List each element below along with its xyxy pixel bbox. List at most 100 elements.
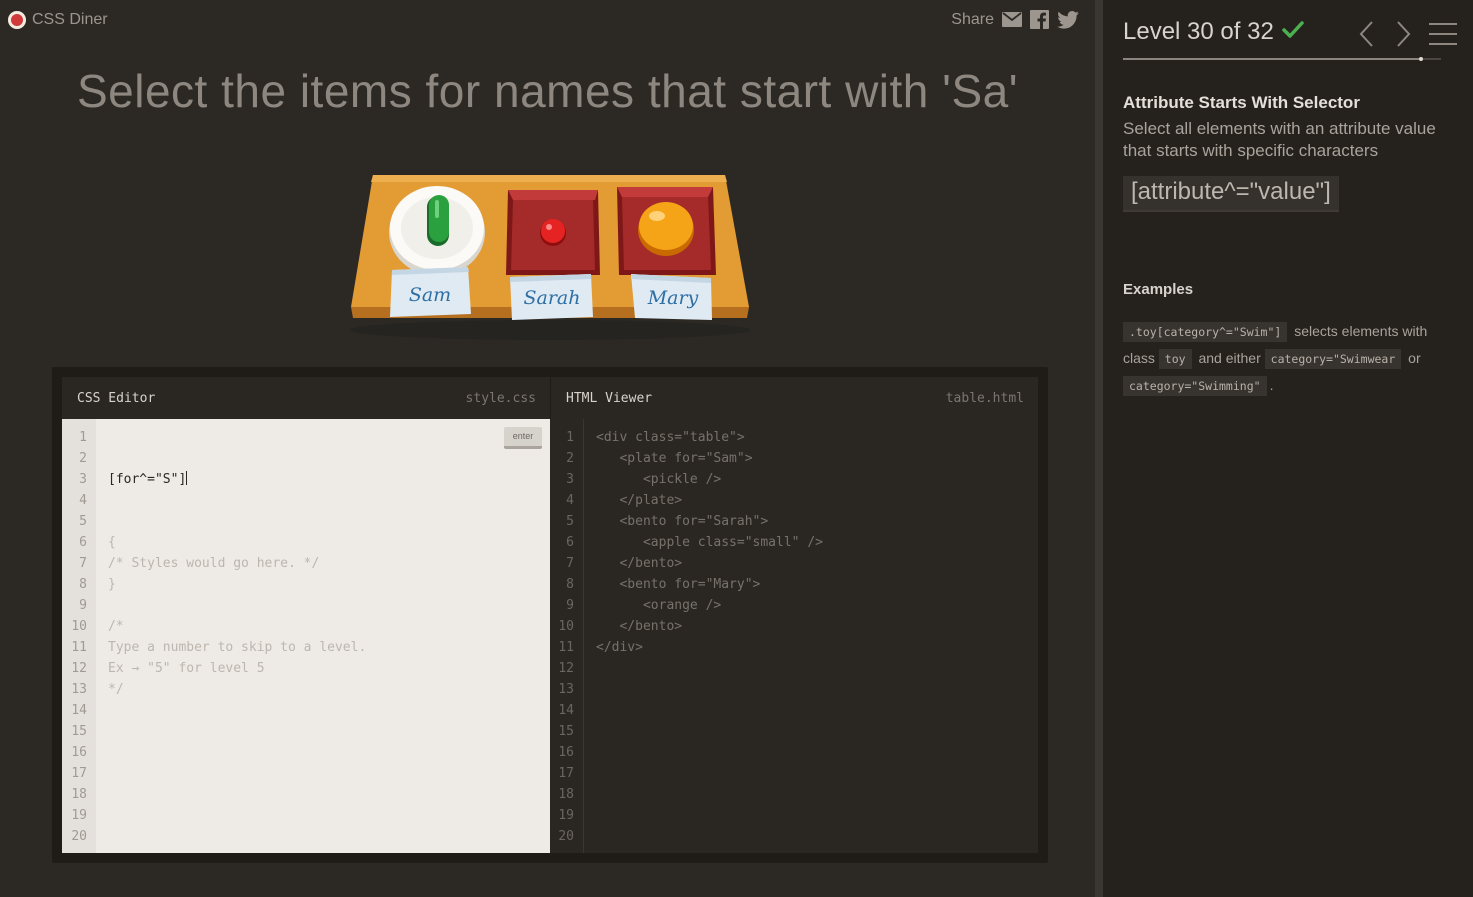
- code-line: /* Styles would go here. */: [108, 556, 320, 571]
- level-label: Level 30 of 32: [1123, 18, 1274, 45]
- name-card-sam: Sam: [390, 267, 471, 317]
- panel-divider[interactable]: [1095, 0, 1103, 897]
- example-code: category="Swimwear: [1264, 349, 1402, 369]
- orange[interactable]: [638, 202, 694, 256]
- css-editor: CSS Editor style.css 1 2 3 4 5 6 7 8 9 10 11 12 13 14…: [62, 377, 550, 853]
- line-number: 19: [558, 808, 574, 823]
- example-text: and either: [1198, 350, 1261, 366]
- level-indicator: Level 30 of 32: [1123, 18, 1304, 46]
- line-number: 12: [558, 661, 574, 676]
- line-number: 7: [566, 556, 574, 571]
- level-progress-bar: [1123, 57, 1441, 61]
- name-card-sarah: Sarah: [510, 274, 593, 320]
- code-line: </div>: [596, 640, 643, 655]
- line-number: 16: [71, 745, 87, 760]
- html-viewer-body: 1 2 3 4 5 6 7 8 9 10 11 12 13 14 15 16 17 18 19 20 <div cla…: [550, 419, 1038, 853]
- code-line: */: [108, 682, 124, 697]
- code-line: <pickle />: [596, 472, 722, 487]
- line-number: 3: [566, 472, 574, 487]
- facebook-icon[interactable]: [1030, 10, 1049, 29]
- code-line: </bento>: [596, 619, 683, 634]
- code-line: }: [108, 577, 116, 592]
- twitter-icon[interactable]: [1057, 10, 1079, 29]
- share-label: Share: [951, 10, 994, 28]
- menu-button[interactable]: [1429, 22, 1457, 50]
- code-line: /*: [108, 619, 124, 634]
- line-number: 14: [71, 703, 87, 718]
- html-viewer-title: HTML Viewer: [566, 390, 653, 406]
- selector-syntax: [attribute^="value"]: [1123, 176, 1339, 212]
- level-progress-knob: [1419, 57, 1424, 61]
- line-number: 8: [79, 577, 87, 592]
- line-number: 20: [558, 829, 574, 844]
- line-number: 11: [558, 640, 574, 655]
- code-line: <div class="table">: [596, 430, 745, 445]
- logo-text: CSS Diner: [32, 11, 108, 28]
- examples-title: Examples: [1123, 281, 1194, 298]
- line-number: 11: [71, 640, 87, 655]
- app-root: CSS Diner Share Select the items for nam…: [0, 0, 1473, 897]
- line-number: 6: [79, 535, 87, 550]
- line-number: 3: [79, 472, 87, 487]
- line-number: 18: [558, 787, 574, 802]
- css-static-lines: {/* Styles would go here. */} /* Type a n…: [108, 532, 538, 700]
- email-icon[interactable]: [1002, 12, 1022, 27]
- name-card-mary: Mary: [631, 274, 712, 320]
- example-text: or: [1408, 350, 1421, 366]
- line-number: 17: [71, 766, 87, 781]
- line-number: 10: [558, 619, 574, 634]
- css-editor-filename: style.css: [465, 390, 536, 406]
- main-panel: CSS Diner Share Select the items for nam…: [0, 0, 1095, 897]
- code-line: <bento for="Mary">: [596, 577, 761, 592]
- line-number: 1: [566, 430, 574, 445]
- svg-text:Mary: Mary: [647, 287, 699, 309]
- check-icon: [1282, 18, 1304, 46]
- code-line: {: [108, 535, 116, 550]
- html-viewer-header: HTML Viewer table.html: [550, 377, 1038, 419]
- line-number: 16: [558, 745, 574, 760]
- example-text: .: [1269, 377, 1274, 393]
- pickle[interactable]: [427, 195, 449, 246]
- line-number: 2: [566, 451, 574, 466]
- line-number: 1: [79, 430, 87, 445]
- line-number: 19: [71, 808, 87, 823]
- line-number: 9: [566, 598, 574, 613]
- dining-table: Sam Sarah Mary: [345, 170, 755, 340]
- line-number: 17: [558, 766, 574, 781]
- line-number: 9: [79, 598, 87, 613]
- share-bar: Share: [951, 10, 1079, 29]
- css-line-numbers: 1 2 3 4 5 6 7 8 9 10 11 12 13 14 15 16 17 18 19 20: [62, 419, 96, 853]
- bento-mary[interactable]: [617, 187, 716, 275]
- logo-icon: [8, 11, 26, 29]
- code-line: <bento for="Sarah">: [596, 514, 769, 529]
- bento-sarah[interactable]: [506, 190, 600, 275]
- code-line: <plate for="Sam">: [596, 451, 753, 466]
- example-1: .toy[category^="Swim"] selects elements …: [1123, 318, 1463, 399]
- code-line: </bento>: [596, 556, 683, 571]
- line-number: 2: [79, 451, 87, 466]
- code-line: </plate>: [596, 493, 683, 508]
- line-number: 18: [71, 787, 87, 802]
- line-number: 8: [566, 577, 574, 592]
- css-input-value: [for^="S"]: [108, 472, 187, 487]
- chevron-left-icon: [1359, 21, 1373, 47]
- example-code: category="Swimming": [1123, 376, 1267, 396]
- html-code-area: <div class="table"> <plate for="Sam"> <p…: [584, 419, 1038, 853]
- example-code: .toy[category^="Swim"]: [1123, 322, 1288, 342]
- logo[interactable]: CSS Diner: [8, 11, 108, 29]
- code-line: <orange />: [596, 598, 722, 613]
- css-editor-header: CSS Editor style.css: [62, 377, 550, 419]
- previous-level-button[interactable]: [1358, 20, 1374, 52]
- example-code: toy: [1158, 349, 1192, 369]
- line-number: 5: [566, 514, 574, 529]
- enter-button[interactable]: enter: [504, 427, 542, 449]
- html-line-numbers: 1 2 3 4 5 6 7 8 9 10 11 12 13 14 15 16 17 18 19 20: [550, 419, 584, 853]
- next-level-button[interactable]: [1396, 20, 1412, 52]
- plate-sam[interactable]: [389, 186, 485, 276]
- line-number: 13: [71, 682, 87, 697]
- css-input[interactable]: [for^="S"]: [108, 469, 538, 490]
- css-code-area[interactable]: [for^="S"] { /* Styles would go here. */}…: [96, 419, 550, 853]
- line-number: 6: [566, 535, 574, 550]
- svg-text:Sarah: Sarah: [524, 287, 581, 309]
